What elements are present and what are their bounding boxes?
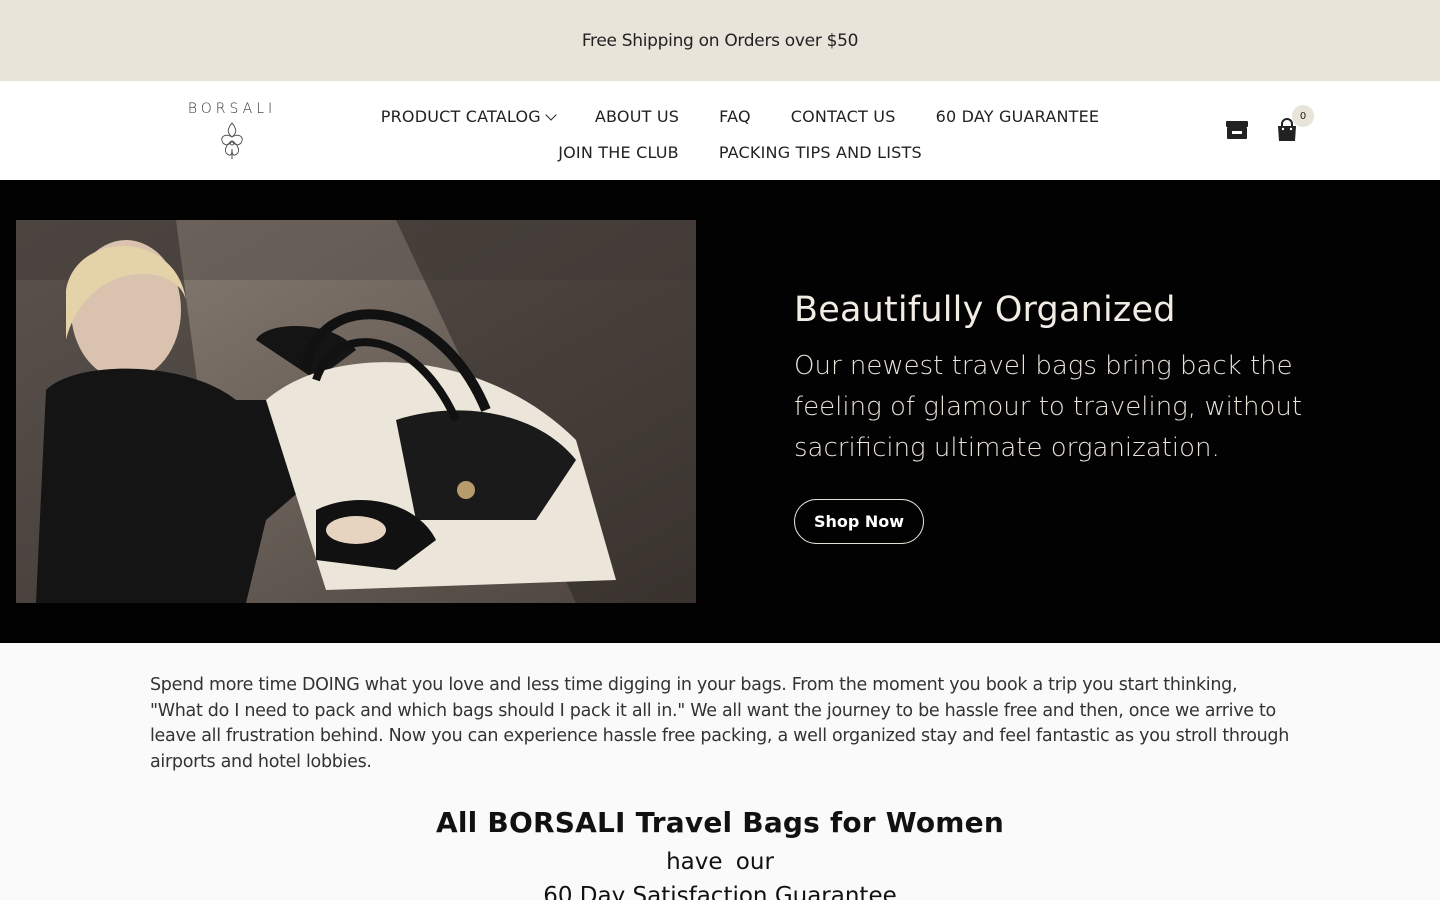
logo-text: BORSALI [187, 101, 277, 117]
section-subtitle-2: 60 Day Satisfaction Guarantee [543, 883, 897, 900]
hero-banner: Beautifully Organized Our newest travel … [0, 180, 1440, 643]
section-subtitle-1: have our [666, 849, 774, 875]
nav-item-label: FAQ [719, 107, 751, 126]
nav-item-join-the-club[interactable]: JOIN THE CLUB [538, 135, 699, 171]
main-nav: PRODUCT CATALOG ABOUT US FAQ CONTACT US … [340, 99, 1140, 171]
site-header: BORSALI PRODUCT CATALOG ABOUT US FAQ CON… [0, 81, 1440, 180]
hero-title: Beautifully Organized [794, 290, 1176, 330]
store-icon[interactable] [1224, 117, 1250, 143]
announcement-text: Free Shipping on Orders over $50 [581, 30, 859, 51]
intro-paragraph: Spend more time DOING what you love and … [150, 675, 1289, 773]
logo-ornament-icon [221, 122, 243, 159]
announcement-bar: Free Shipping on Orders over $50 [0, 0, 1440, 81]
nav-row-2: JOIN THE CLUB PACKING TIPS AND LISTS [340, 135, 1140, 171]
hero-image [16, 220, 696, 603]
nav-item-label: JOIN THE CLUB [558, 143, 679, 162]
intro-section: Spend more time DOING what you love and … [0, 643, 1440, 900]
nav-item-label: PRODUCT CATALOG [380, 107, 541, 126]
nav-item-label: 60 DAY GUARANTEE [935, 107, 1100, 126]
nav-item-60-day-guarantee[interactable]: 60 DAY GUARANTEE [916, 99, 1120, 135]
section-title: All BORSALI Travel Bags for Women [436, 806, 1004, 839]
nav-item-product-catalog[interactable]: PRODUCT CATALOG [361, 99, 575, 135]
logo[interactable]: BORSALI [186, 101, 278, 161]
cart-count-badge: 0 [1292, 105, 1314, 127]
nav-item-faq[interactable]: FAQ [699, 99, 771, 135]
hero-copy: Beautifully Organized Our newest travel … [794, 290, 1314, 469]
nav-item-label: PACKING TIPS AND LISTS [718, 143, 922, 162]
chevron-down-icon [545, 109, 557, 121]
nav-item-packing-tips[interactable]: PACKING TIPS AND LISTS [699, 135, 942, 171]
nav-row-1: PRODUCT CATALOG ABOUT US FAQ CONTACT US … [340, 99, 1140, 135]
header-icons: 0 [1224, 105, 1314, 143]
hero-subtitle: Our newest travel bags bring back the fe… [794, 351, 1303, 463]
cart-button[interactable]: 0 [1274, 105, 1314, 143]
nav-item-label: CONTACT US [790, 107, 896, 126]
nav-item-about-us[interactable]: ABOUT US [575, 99, 699, 135]
nav-item-label: ABOUT US [594, 107, 680, 126]
shop-now-button[interactable]: Shop Now [794, 499, 924, 544]
nav-item-contact-us[interactable]: CONTACT US [771, 99, 916, 135]
